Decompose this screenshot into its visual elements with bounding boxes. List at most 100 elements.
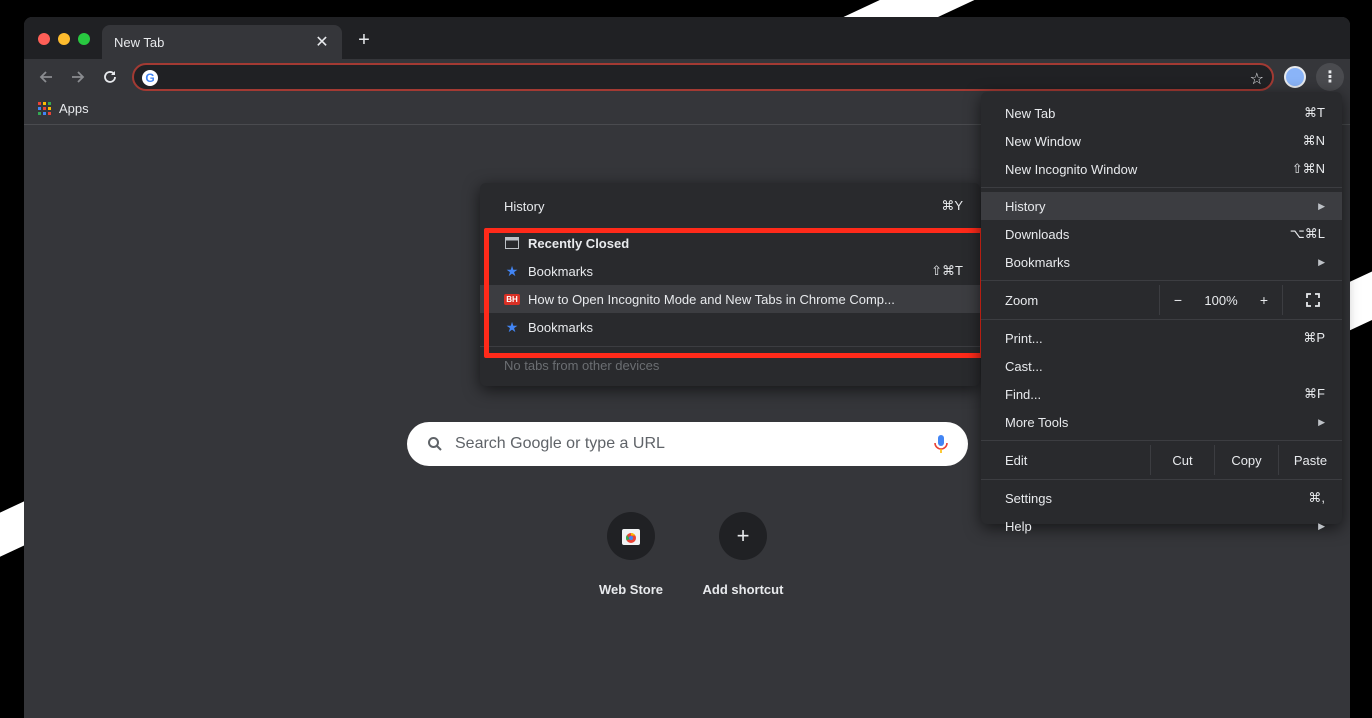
menu-item-downloads[interactable]: Downloads ⌥⌘L [981,220,1342,248]
fullscreen-button[interactable] [1282,285,1342,315]
star-icon: ★ [505,318,519,335]
menu-label: History [1005,198,1046,214]
menu-item-bookmarks[interactable]: Bookmarks ▶ [981,248,1342,276]
menu-zoom-row: Zoom − 100% + [981,285,1342,315]
shortcut-label: Web Store [598,582,664,597]
zoom-in-button[interactable]: + [1246,292,1282,308]
menu-shortcut: ⌘N [1302,133,1325,148]
divider [981,280,1342,281]
menu-item-find[interactable]: Find... ⌘F [981,380,1342,408]
history-submenu: History ⌘Y Recently Closed ★ Bookmarks ⇧… [480,183,980,386]
menu-item-new-tab[interactable]: New Tab ⌘T [981,99,1342,127]
menu-label: New Tab [1005,105,1056,121]
recently-closed-label: Recently Closed [528,235,630,251]
history-item-article[interactable]: BH How to Open Incognito Mode and New Ta… [480,285,980,313]
no-tabs-label: No tabs from other devices [504,357,660,373]
menu-label: Print... [1005,330,1043,346]
menu-label: More Tools [1005,414,1069,430]
window-icon [504,237,520,249]
divider [981,440,1342,441]
address-bar[interactable]: G ☆ [132,63,1274,91]
chrome-menu-button[interactable]: ⋮ [1316,63,1344,91]
tab-title: New Tab [114,34,165,50]
ntp-search-box[interactable]: Search Google or type a URL [407,422,968,466]
zoom-level: 100% [1204,292,1238,308]
toolbar: G ☆ ⋮ [24,59,1350,95]
back-button[interactable] [34,65,58,89]
apps-label: Apps [59,101,89,116]
forward-arrow-icon [72,71,85,83]
history-submenu-header[interactable]: History ⌘Y [480,192,980,220]
close-tab-icon[interactable]: ✕ [314,32,330,52]
bh-favicon: BH [504,293,520,305]
divider [480,346,980,347]
menu-item-history[interactable]: History ▶ [981,192,1342,220]
new-tab-button[interactable]: + [352,29,376,52]
shortcut-web-store[interactable]: Web Store [576,512,686,597]
favicon-text: BH [504,293,520,305]
history-item-bookmarks-2[interactable]: ★ Bookmarks [480,313,980,341]
history-item-label: How to Open Incognito Mode and New Tabs … [528,291,895,307]
menu-shortcut: ⇧⌘N [1291,161,1325,176]
minimize-window-button[interactable] [58,33,70,45]
menu-shortcut: ⌘F [1304,386,1325,401]
menu-item-new-incognito[interactable]: New Incognito Window ⇧⌘N [981,155,1342,183]
search-icon [428,437,442,451]
history-item-label: Bookmarks [528,263,594,279]
star-icon: ★ [505,262,519,279]
paste-button[interactable]: Paste [1278,445,1342,475]
submenu-arrow-icon: ▶ [1318,416,1325,427]
menu-label: Settings [1005,490,1052,506]
reload-icon [104,71,116,83]
menu-item-cast[interactable]: Cast... [981,352,1342,380]
reload-button[interactable] [98,65,122,89]
menu-label: Find... [1005,386,1042,402]
divider [981,319,1342,320]
title-bar: New Tab ✕ + [24,17,1350,59]
maximize-window-button[interactable] [78,33,90,45]
menu-shortcut: ⌘T [1304,105,1325,120]
cut-button[interactable]: Cut [1150,445,1214,475]
search-placeholder: Search Google or type a URL [455,435,665,452]
divider [981,479,1342,480]
menu-label: New Incognito Window [1005,161,1138,177]
submenu-arrow-icon: ▶ [1318,200,1325,211]
menu-item-settings[interactable]: Settings ⌘, [981,484,1342,512]
tab-new-tab[interactable]: New Tab ✕ [102,25,342,59]
copy-button[interactable]: Copy [1214,445,1278,475]
close-window-button[interactable] [38,33,50,45]
menu-label: Help [1005,518,1032,534]
submenu-arrow-icon: ▶ [1318,256,1325,267]
history-item-label: Bookmarks [528,319,594,335]
menu-label: Downloads [1005,226,1070,242]
menu-shortcut: ⌘, [1308,490,1325,505]
recently-closed-heading: Recently Closed [480,229,980,257]
apps-shortcut[interactable]: Apps [38,101,89,116]
menu-item-print[interactable]: Print... ⌘P [981,324,1342,352]
divider [981,187,1342,188]
fullscreen-icon [1305,293,1320,307]
plus-icon: + [719,512,767,560]
history-item-shortcut: ⇧⌘T [931,263,963,278]
menu-label: Bookmarks [1005,254,1071,270]
google-logo-icon: G [142,70,158,86]
menu-edit-row: Edit Cut Copy Paste [981,445,1342,475]
profile-avatar[interactable] [1284,66,1306,88]
menu-label: New Window [1005,133,1081,149]
shortcut-label: Add shortcut [702,582,784,597]
zoom-label: Zoom [1005,292,1039,308]
chrome-main-menu: New Tab ⌘T New Window ⌘N New Incognito Win… [981,92,1342,534]
history-item-label: History [504,198,545,214]
forward-button[interactable] [66,65,90,89]
menu-item-new-window[interactable]: New Window ⌘N [981,127,1342,155]
menu-item-more-tools[interactable]: More Tools ▶ [981,408,1342,436]
menu-item-help[interactable]: Help ▶ [981,512,1342,540]
back-arrow-icon [39,71,52,83]
history-item-bookmarks[interactable]: ★ Bookmarks ⇧⌘T [480,257,980,285]
bookmark-star-icon[interactable]: ☆ [1250,69,1264,89]
zoom-out-button[interactable]: − [1160,292,1196,308]
microphone-icon[interactable] [934,434,948,454]
shortcut-add[interactable]: + Add shortcut [688,512,798,597]
edit-label: Edit [1005,452,1028,468]
submenu-arrow-icon: ▶ [1318,520,1325,531]
